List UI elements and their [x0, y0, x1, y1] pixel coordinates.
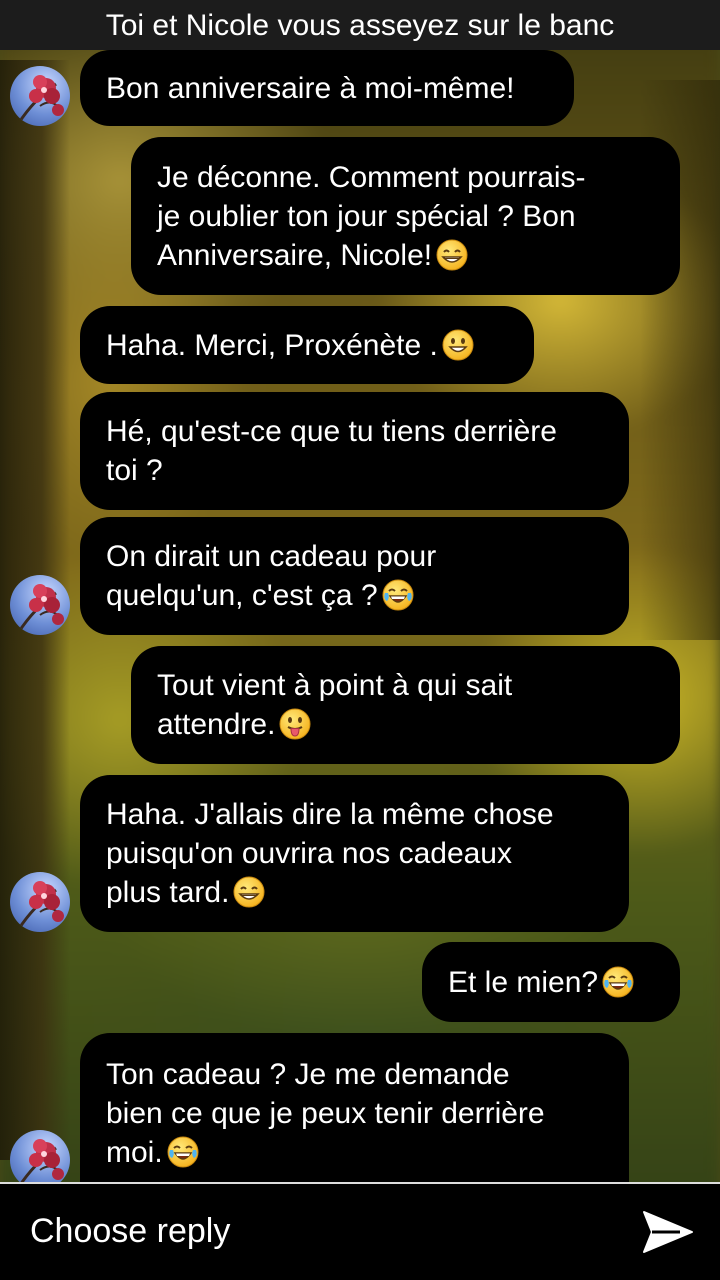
message-text: Haha. Merci, Proxénète . — [106, 328, 438, 362]
flower-avatar-icon — [10, 872, 70, 932]
face-with-tongue-icon — [279, 708, 311, 740]
message-bubble-nicole: Haha. Merci, Proxénète . — [80, 306, 534, 384]
grinning-face-with-smiling-eyes-icon — [436, 239, 468, 271]
grinning-face-icon — [442, 329, 474, 361]
message-bubble-player: Tout vient à point à qui sait attendre. — [131, 646, 680, 764]
nicole-avatar — [10, 66, 70, 126]
message-bubble-player: Et le mien? — [422, 942, 680, 1022]
scene-title: Toi et Nicole vous asseyez sur le banc — [0, 0, 720, 50]
message-bubble-nicole: Bon anniversaire à moi-même! — [80, 50, 574, 126]
message-text: Bon anniversaire à moi-même! — [106, 71, 515, 105]
message-text: Hé, qu'est-ce que tu tiens derrière toi … — [106, 415, 557, 487]
flower-avatar-icon — [10, 1130, 70, 1190]
message-content: Haha. J'allais dire la même chose puisqu… — [106, 795, 554, 912]
message-text: Tout vient à point à qui sait attendre. — [157, 669, 513, 741]
message-content: Je déconne. Comment pourrais- je oublier… — [157, 158, 586, 275]
face-with-tears-of-joy-icon — [382, 579, 414, 611]
grinning-face-with-smiling-eyes-icon — [233, 876, 265, 908]
face-with-tears-of-joy-icon — [167, 1136, 199, 1168]
face-with-tears-of-joy-icon — [602, 966, 634, 998]
message-bubble-player: Je déconne. Comment pourrais- je oublier… — [131, 137, 680, 295]
nicole-avatar — [10, 575, 70, 635]
nicole-avatar — [10, 872, 70, 932]
send-arrow-icon[interactable] — [640, 1208, 696, 1256]
message-bubble-nicole: Ton cadeau ? Je me demande bien ce que j… — [80, 1033, 629, 1193]
choose-reply-button[interactable]: Choose reply — [30, 1212, 230, 1251]
flower-avatar-icon — [10, 575, 70, 635]
nicole-avatar — [10, 1130, 70, 1190]
message-text: Et le mien? — [448, 965, 599, 999]
message-content: Tout vient à point à qui sait attendre. — [157, 666, 512, 744]
message-bubble-nicole: Haha. J'allais dire la même chose puisqu… — [80, 775, 629, 932]
flower-avatar-icon — [10, 66, 70, 126]
message-text: Je déconne. Comment pourrais- je oublier… — [157, 160, 586, 272]
message-content: Ton cadeau ? Je me demande bien ce que j… — [106, 1055, 545, 1172]
message-content: On dirait un cadeau pour quelqu'un, c'es… — [106, 537, 436, 615]
message-bubble-nicole: On dirait un cadeau pour quelqu'un, c'es… — [80, 517, 629, 635]
message-bubble-nicole: Hé, qu'est-ce que tu tiens derrière toi … — [80, 392, 629, 510]
message-text: Haha. J'allais dire la même chose puisqu… — [106, 798, 554, 909]
reply-bar[interactable]: Choose reply — [0, 1182, 720, 1280]
